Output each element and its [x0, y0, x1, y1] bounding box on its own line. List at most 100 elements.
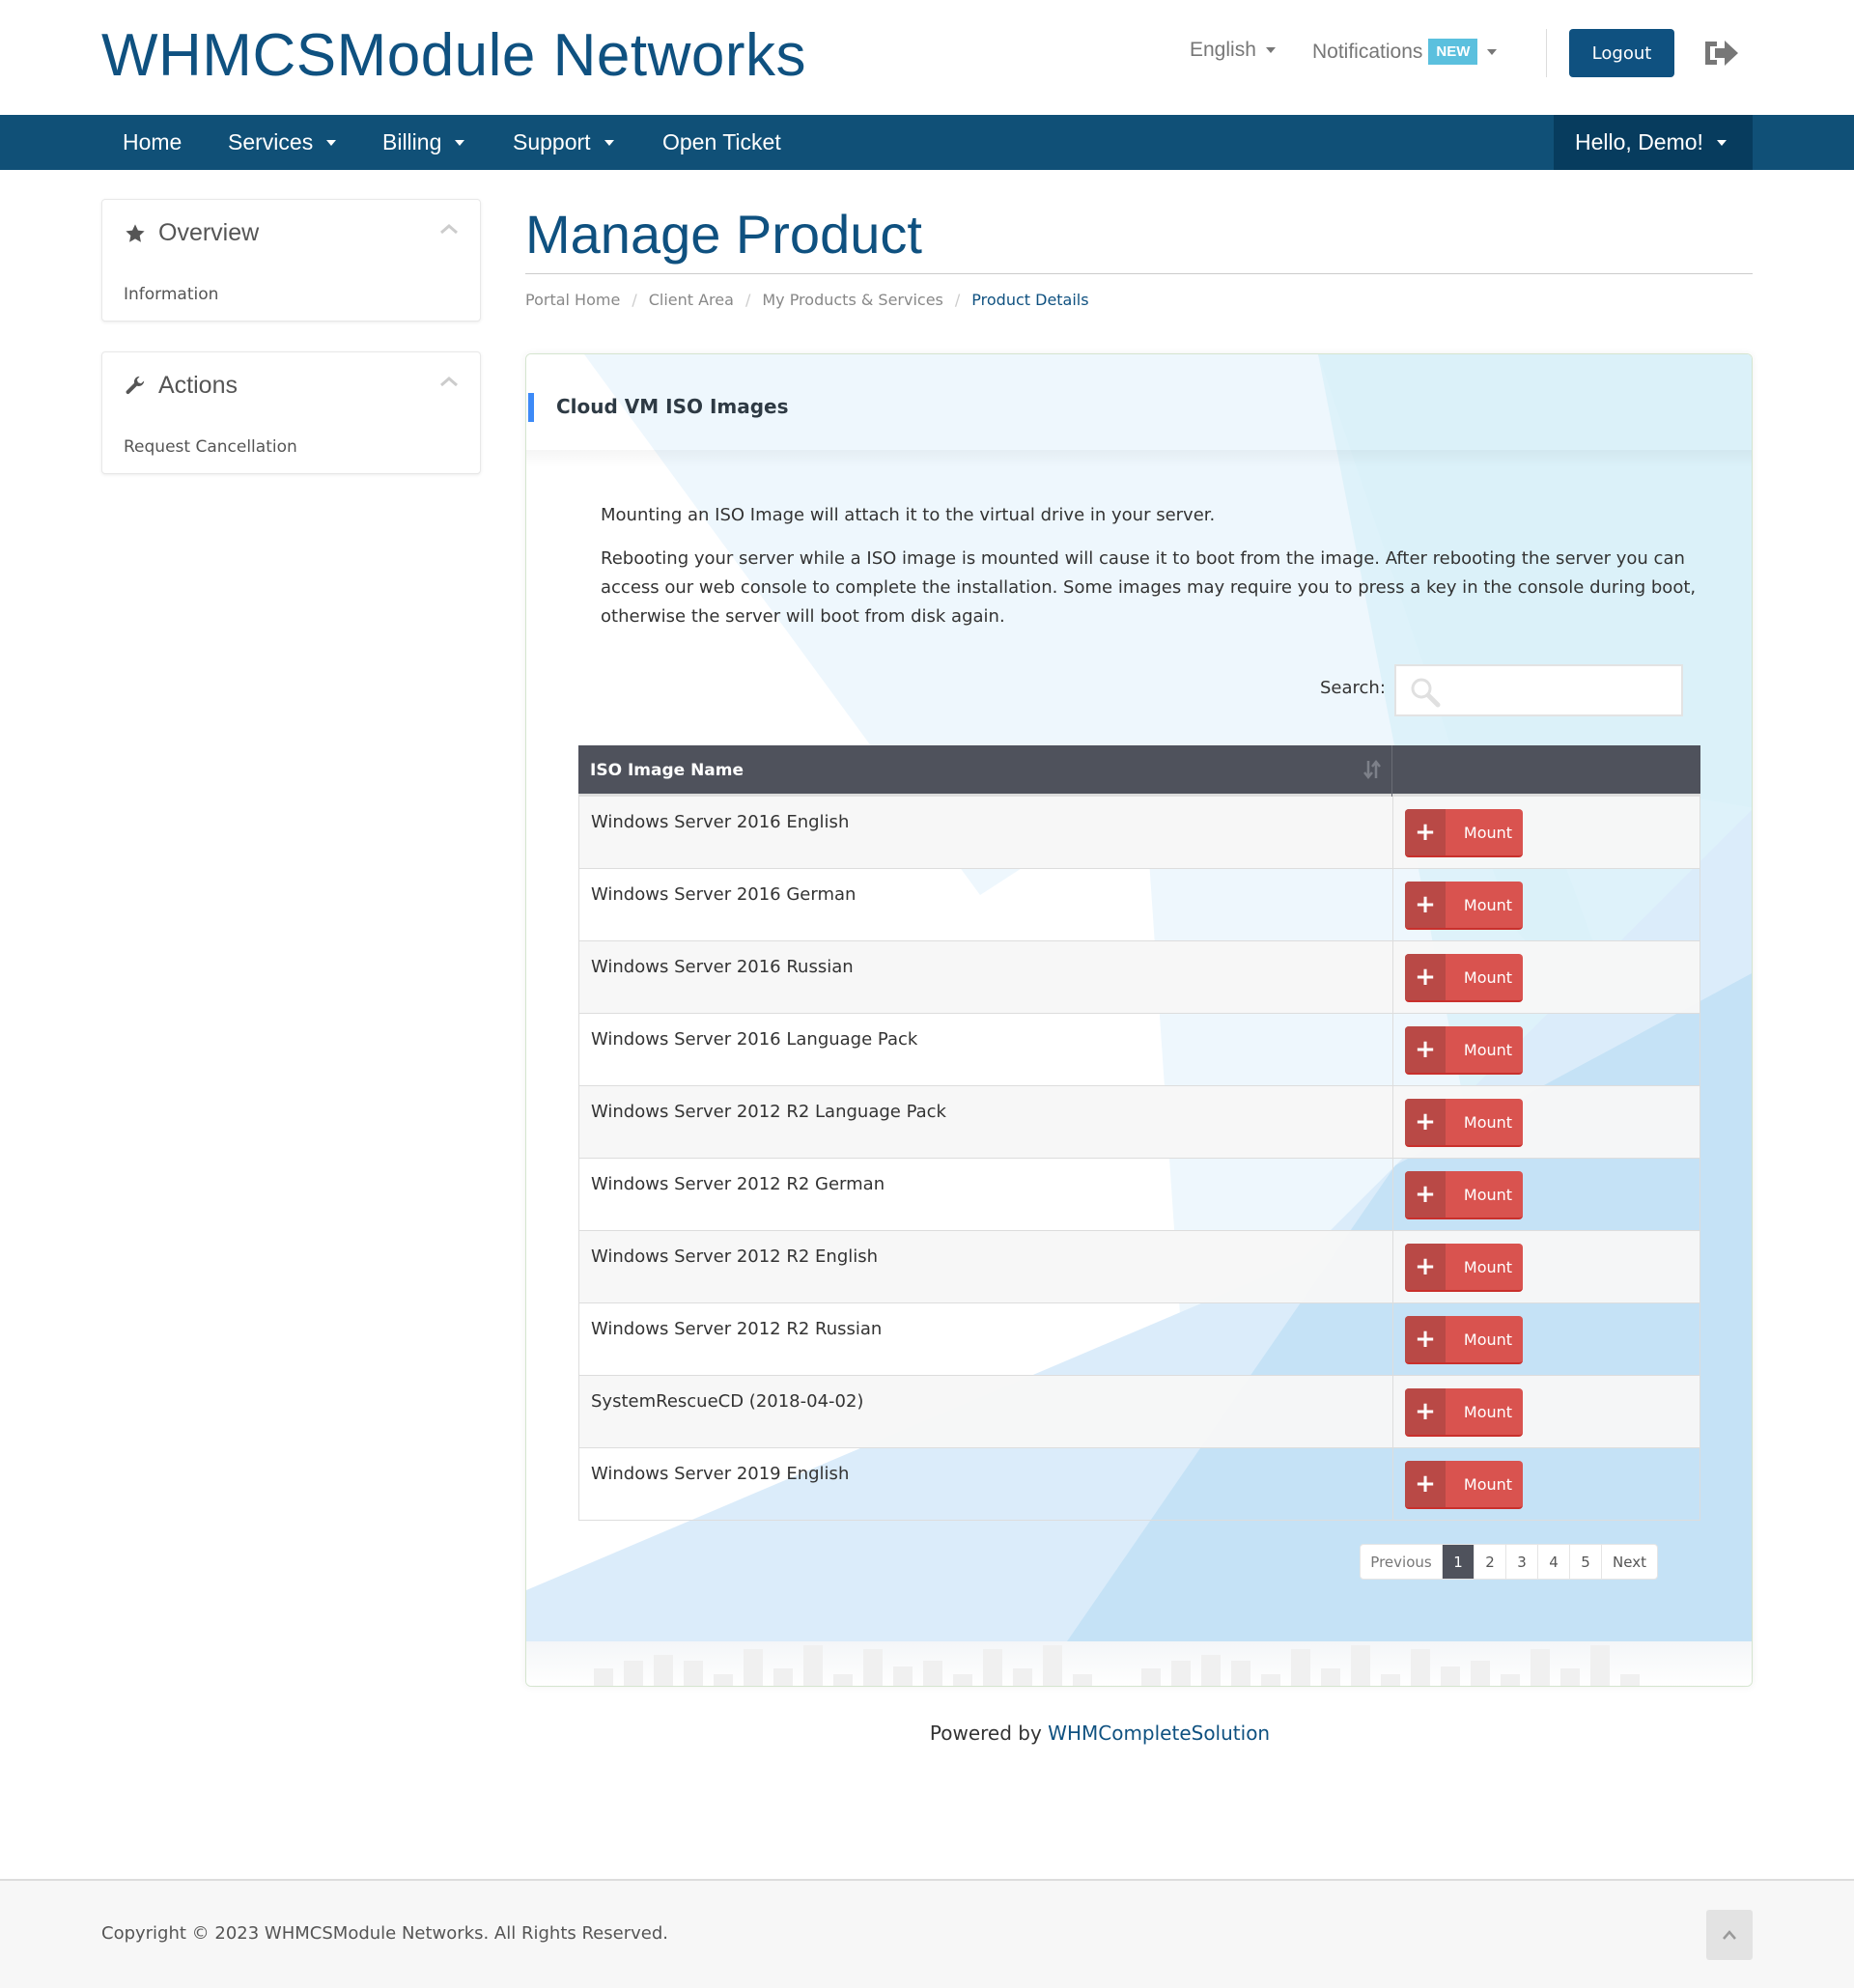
- plus-icon: +: [1405, 1244, 1446, 1290]
- mount-button-label: Mount: [1463, 1112, 1513, 1132]
- search-field[interactable]: [1394, 664, 1683, 716]
- nav-home-label: Home: [123, 129, 183, 154]
- site-logo[interactable]: WHMCSModule Networks: [101, 21, 806, 90]
- iso-image-name: Windows Server 2016 German: [591, 884, 857, 905]
- user-menu-toggle[interactable]: Hello, Demo!: [1575, 115, 1727, 170]
- breadcrumb-client-area[interactable]: Client Area: [649, 291, 734, 309]
- breadcrumb-separator: /: [632, 291, 637, 309]
- chevron-down-icon: [326, 139, 337, 146]
- mount-button-label: Mount: [1463, 823, 1513, 842]
- sidebar-panel-title: Actions: [158, 372, 238, 399]
- column-header-iso-name[interactable]: ISO Image Name: [590, 761, 744, 780]
- pagination-page-1[interactable]: 1: [1443, 1545, 1475, 1579]
- table-header: ISO Image Name: [578, 745, 1700, 797]
- sidebar-panel-header[interactable]: Actions: [124, 372, 238, 400]
- plus-icon: +: [1405, 1461, 1446, 1507]
- column-divider: [1392, 1376, 1393, 1447]
- nav-support-label: Support: [513, 129, 591, 154]
- powered-by-link[interactable]: WHMCompleteSolution: [1048, 1722, 1270, 1745]
- header-divider: [1546, 29, 1547, 77]
- column-divider: [1392, 797, 1393, 868]
- nav-services[interactable]: Services: [228, 115, 337, 170]
- pagination-previous[interactable]: Previous: [1361, 1545, 1443, 1579]
- mount-button[interactable]: + Mount: [1405, 882, 1523, 930]
- nav-home[interactable]: Home: [123, 115, 182, 170]
- mount-button[interactable]: + Mount: [1405, 1099, 1523, 1147]
- plus-icon: +: [1405, 809, 1446, 855]
- decorative-bar: [1013, 1668, 1032, 1686]
- mount-button[interactable]: + Mount: [1405, 1316, 1523, 1364]
- mount-button[interactable]: + Mount: [1405, 1026, 1523, 1075]
- mount-button[interactable]: + Mount: [1405, 1461, 1523, 1509]
- decorative-bar: [714, 1674, 733, 1686]
- nav-open-ticket[interactable]: Open Ticket: [662, 115, 781, 170]
- nav-support[interactable]: Support: [513, 115, 614, 170]
- mount-button-label: Mount: [1463, 1474, 1513, 1494]
- decorative-bar: [1411, 1649, 1430, 1686]
- pagination-page-5[interactable]: 5: [1570, 1545, 1602, 1579]
- user-greeting: Hello, Demo!: [1575, 129, 1703, 154]
- chevron-up-icon: [1723, 1930, 1736, 1940]
- pagination-page-4[interactable]: 4: [1538, 1545, 1570, 1579]
- iso-images-panel: Cloud VM ISO Images Mounting an ISO Imag…: [525, 353, 1753, 1687]
- iso-image-name: Windows Server 2012 R2 Language Pack: [591, 1102, 946, 1122]
- back-to-top-button[interactable]: [1706, 1910, 1753, 1960]
- decorative-bar: [1590, 1645, 1610, 1686]
- sort-icon[interactable]: [1363, 759, 1381, 780]
- notifications-badge: NEW: [1428, 39, 1478, 65]
- mount-button-label: Mount: [1463, 1330, 1513, 1349]
- breadcrumb-portal-home[interactable]: Portal Home: [525, 291, 620, 309]
- logout-button[interactable]: Logout: [1569, 29, 1674, 77]
- search-label: Search:: [1320, 678, 1386, 698]
- chevron-down-icon: [1716, 139, 1727, 146]
- nav-billing[interactable]: Billing: [382, 115, 465, 170]
- chevron-up-icon[interactable]: [439, 376, 459, 387]
- pagination-page-2[interactable]: 2: [1475, 1545, 1506, 1579]
- table-row: Windows Server 2016 German + Mount: [578, 869, 1700, 941]
- breadcrumb-products-services[interactable]: My Products & Services: [762, 291, 943, 309]
- decorative-bar: [1261, 1674, 1280, 1686]
- table-row: Windows Server 2012 R2 Language Pack + Mou…: [578, 1086, 1700, 1159]
- table-row: Windows Server 2012 R2 German + Mount: [578, 1159, 1700, 1231]
- decorative-bar: [1291, 1649, 1310, 1686]
- plus-icon: +: [1405, 882, 1446, 928]
- chevron-down-icon: [604, 139, 614, 146]
- column-divider: [1392, 1159, 1393, 1230]
- main-navbar: Home Services Billing Support Open Ticke…: [0, 115, 1854, 170]
- panel-header-divider: [526, 450, 1752, 467]
- sign-out-icon[interactable]: [1701, 39, 1740, 68]
- pagination-next[interactable]: Next: [1602, 1545, 1657, 1579]
- sidebar-item-information[interactable]: Information: [124, 285, 218, 304]
- wrench-icon: [126, 376, 145, 394]
- pagination-page-3[interactable]: 3: [1506, 1545, 1538, 1579]
- sidebar-item-request-cancellation[interactable]: Request Cancellation: [124, 437, 297, 457]
- decorative-bar: [1531, 1649, 1550, 1686]
- chevron-up-icon[interactable]: [439, 223, 459, 235]
- language-selector[interactable]: English: [1190, 39, 1276, 62]
- panel-title: Cloud VM ISO Images: [556, 395, 789, 418]
- decorative-bar: [1141, 1668, 1161, 1686]
- mount-button[interactable]: + Mount: [1405, 1388, 1523, 1437]
- column-divider: [1392, 1086, 1393, 1158]
- mount-button[interactable]: + Mount: [1405, 809, 1523, 857]
- decorative-bar: [833, 1674, 853, 1686]
- table-row: Windows Server 2016 Russian + Mount: [578, 941, 1700, 1014]
- notifications-dropdown[interactable]: Notifications NEW: [1312, 39, 1498, 65]
- nav-open-ticket-label: Open Ticket: [662, 129, 781, 154]
- description-reboot: Rebooting your server while a ISO image …: [601, 548, 1697, 627]
- breadcrumb-product-details: Product Details: [971, 291, 1089, 309]
- search-input[interactable]: [1445, 666, 1676, 714]
- table-row: Windows Server 2016 English + Mount: [578, 797, 1700, 869]
- decorative-bar-pattern: [526, 1641, 1752, 1686]
- iso-image-name: SystemRescueCD (2018-04-02): [591, 1391, 864, 1412]
- decorative-bar: [863, 1649, 883, 1686]
- mount-button[interactable]: + Mount: [1405, 954, 1523, 1002]
- mount-button-label: Mount: [1463, 1040, 1513, 1059]
- language-label: English: [1190, 39, 1256, 61]
- decorative-bar: [1471, 1661, 1490, 1686]
- mount-button[interactable]: + Mount: [1405, 1244, 1523, 1292]
- decorative-bar: [1171, 1661, 1191, 1686]
- sidebar-panel-header[interactable]: Overview: [124, 219, 259, 247]
- mount-button[interactable]: + Mount: [1405, 1171, 1523, 1219]
- user-menu[interactable]: Hello, Demo!: [1554, 115, 1753, 170]
